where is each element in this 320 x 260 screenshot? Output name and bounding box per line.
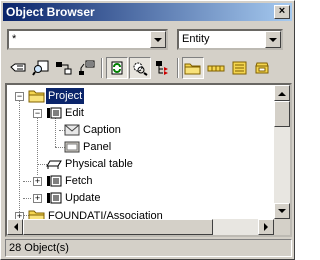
expand-toggle[interactable]: + [33, 194, 42, 203]
catalog-button[interactable] [7, 57, 29, 79]
horizontal-scrollbar[interactable] [7, 219, 274, 235]
folder-view-icon [184, 63, 201, 75]
toolbar [5, 55, 292, 81]
tree-node-physical-table[interactable]: Physical table [7, 156, 267, 172]
tree-node-label: Edit [65, 107, 84, 119]
filter-icon [133, 62, 148, 76]
arrow-up-icon [278, 91, 286, 96]
filter-combo[interactable]: * [7, 29, 168, 50]
links-button[interactable] [53, 57, 75, 79]
physical-table-icon [46, 160, 62, 169]
status-bar: 28 Object(s) [5, 239, 292, 257]
toolbar-separator [101, 58, 103, 78]
vertical-scrollbar[interactable] [274, 85, 290, 219]
close-button[interactable]: × [274, 5, 290, 19]
expand-toggle[interactable]: + [33, 177, 42, 186]
tree-node-label: Project [46, 88, 85, 104]
edit-entity-icon [47, 107, 62, 119]
close-icon: × [278, 5, 286, 17]
caption-icon [64, 124, 80, 136]
table-view-button[interactable] [228, 57, 250, 79]
table-view-icon [232, 61, 247, 75]
collapse-toggle[interactable]: − [15, 92, 24, 101]
scroll-left-button[interactable] [7, 219, 23, 235]
object-tree[interactable]: − Project − Edit Caption Panel Physical … [5, 83, 292, 237]
filter-dropdown-button[interactable] [150, 31, 166, 48]
horizontal-scroll-thumb[interactable] [23, 219, 213, 235]
catalog-icon [10, 63, 26, 72]
field-view-button[interactable] [205, 57, 227, 79]
folder-icon [28, 90, 45, 103]
arrow-left-icon [13, 223, 18, 231]
tree-node-label: Physical table [65, 158, 133, 170]
fetch-entity-icon [47, 175, 62, 187]
scroll-right-button[interactable] [258, 219, 274, 235]
scroll-up-button[interactable] [274, 85, 290, 101]
folder-view-button[interactable] [182, 57, 204, 79]
title-bar[interactable]: Object Browser × [3, 3, 292, 21]
links-icon [56, 62, 72, 75]
object-browser-window: Object Browser × * Entity − Project − Ed… [0, 0, 295, 260]
scrollbar-corner [274, 219, 290, 235]
tree-node-caption[interactable]: Caption [7, 122, 267, 138]
filter-button[interactable] [129, 57, 151, 79]
tree-node-update[interactable]: + Update [7, 190, 267, 206]
key-view-button[interactable] [251, 57, 273, 79]
find-icon [32, 60, 49, 76]
toolbar-separator [177, 58, 179, 78]
object-type-value: Entity [182, 33, 210, 45]
collapse-toggle[interactable]: − [33, 109, 42, 118]
find-button[interactable] [30, 57, 52, 79]
filter-value: * [12, 33, 17, 45]
tree-node-fetch[interactable]: + Fetch [7, 173, 267, 189]
arrow-down-icon [278, 208, 286, 213]
tree-node-label: Fetch [65, 175, 93, 187]
update-entity-icon [47, 192, 62, 204]
tree-node-edit[interactable]: − Edit [7, 105, 267, 121]
window-title: Object Browser [6, 5, 95, 19]
object-count: 28 Object(s) [9, 242, 69, 254]
tree-node-label: Caption [83, 124, 121, 136]
field-view-icon [207, 65, 225, 72]
arrow-right-icon [263, 223, 268, 231]
tree-node-panel[interactable]: Panel [7, 139, 267, 155]
tree-node-project[interactable]: − Project [7, 88, 267, 104]
refresh-icon [111, 61, 123, 75]
chevron-down-icon [269, 37, 277, 42]
refresh-button[interactable] [106, 57, 128, 79]
chevron-down-icon [154, 37, 162, 42]
tree-expand-button[interactable] [152, 57, 174, 79]
tree-node-label: Panel [83, 141, 112, 153]
hierarchy-icon [79, 60, 95, 75]
object-type-combo[interactable]: Entity [177, 29, 283, 50]
tree-expand-icon [156, 61, 168, 75]
key-view-icon [255, 62, 269, 74]
vertical-scroll-thumb[interactable] [274, 101, 290, 127]
object-type-dropdown-button[interactable] [265, 31, 281, 48]
tree-node-label: Update [65, 192, 101, 204]
scroll-down-button[interactable] [274, 203, 290, 219]
hierarchy-button[interactable] [76, 57, 98, 79]
panel-icon [64, 141, 80, 153]
